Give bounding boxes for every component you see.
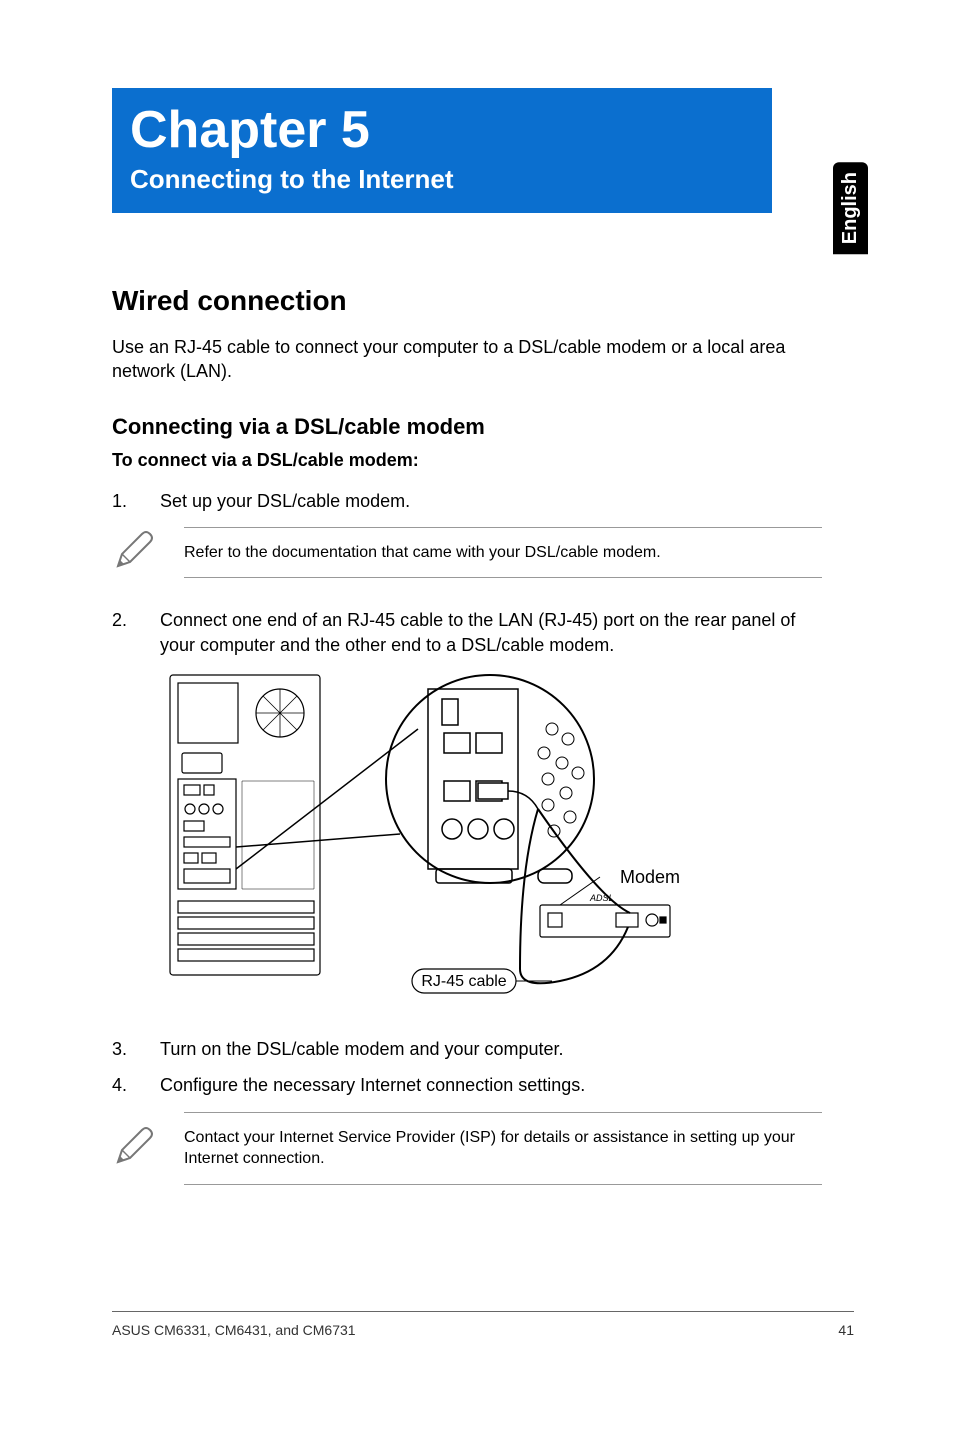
note-block: Contact your Internet Service Provider (… xyxy=(112,1112,822,1185)
language-tab: English xyxy=(833,162,868,254)
step-item: 2. Connect one end of an RJ-45 cable to … xyxy=(112,608,822,657)
footer-model: ASUS CM6331, CM6431, and CM6731 xyxy=(112,1322,356,1338)
note-text: Refer to the documentation that came wit… xyxy=(184,540,822,566)
subsection-heading: Connecting via a DSL/cable modem xyxy=(112,414,822,440)
step-text: Turn on the DSL/cable modem and your com… xyxy=(160,1037,564,1061)
step-number: 2. xyxy=(112,608,160,657)
page-content: Wired connection Use an RJ-45 cable to c… xyxy=(112,213,822,1185)
section-intro: Use an RJ-45 cable to connect your compu… xyxy=(112,335,822,384)
step-text: Connect one end of an RJ-45 cable to the… xyxy=(160,608,822,657)
chapter-subtitle: Connecting to the Internet xyxy=(130,164,754,195)
chapter-banner: Chapter 5 Connecting to the Internet xyxy=(112,88,772,213)
note-text: Contact your Internet Service Provider (… xyxy=(184,1125,822,1172)
diagram-label-cable: RJ-45 cable xyxy=(421,973,506,990)
note-block: Refer to the documentation that came wit… xyxy=(112,527,822,579)
step-text: Set up your DSL/cable modem. xyxy=(160,489,410,513)
note-body: Refer to the documentation that came wit… xyxy=(184,527,822,579)
steps-list: 1. Set up your DSL/cable modem. xyxy=(112,489,822,513)
step-item: 4. Configure the necessary Internet conn… xyxy=(112,1073,822,1097)
subsection-lead: To connect via a DSL/cable modem: xyxy=(112,450,822,471)
connection-diagram: ADSL Modem RJ-45 cable xyxy=(160,669,680,1009)
note-body: Contact your Internet Service Provider (… xyxy=(184,1112,822,1185)
steps-list: 2. Connect one end of an RJ-45 cable to … xyxy=(112,608,822,657)
steps-list: 3. Turn on the DSL/cable modem and your … xyxy=(112,1037,822,1098)
step-item: 1. Set up your DSL/cable modem. xyxy=(112,489,822,513)
step-number: 4. xyxy=(112,1073,160,1097)
section-heading: Wired connection xyxy=(112,285,822,317)
footer-page-number: 41 xyxy=(838,1322,854,1338)
pencil-icon xyxy=(112,1124,156,1173)
step-item: 3. Turn on the DSL/cable modem and your … xyxy=(112,1037,822,1061)
step-number: 1. xyxy=(112,489,160,513)
page-footer: ASUS CM6331, CM6431, and CM6731 41 xyxy=(112,1311,854,1338)
step-text: Configure the necessary Internet connect… xyxy=(160,1073,585,1097)
diagram-label-modem: Modem xyxy=(620,867,680,887)
step-number: 3. xyxy=(112,1037,160,1061)
chapter-title: Chapter 5 xyxy=(130,100,754,160)
pencil-icon xyxy=(112,528,156,577)
